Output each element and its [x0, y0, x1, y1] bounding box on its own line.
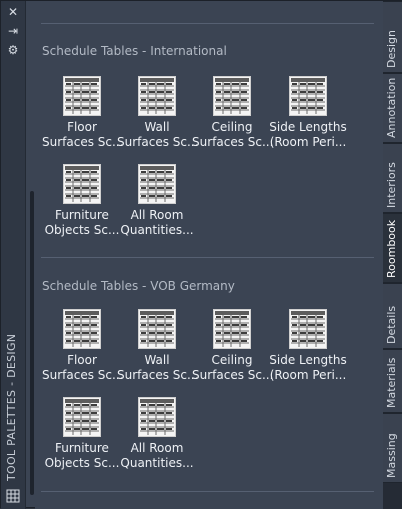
tool-label-line2: Surfaces Sc... — [42, 135, 122, 149]
schedule-table-icon — [138, 309, 176, 349]
scrollbar[interactable] — [30, 191, 34, 495]
tool-label-line2: Surfaces Sc... — [42, 368, 122, 382]
schedule-tool-item[interactable]: Ceiling Surfaces Sc... — [192, 309, 272, 383]
tab-label: Roombook — [385, 219, 398, 278]
schedule-tool-item[interactable]: Ceiling Surfaces Sc... — [192, 76, 272, 150]
tool-label-line1: Furniture — [55, 441, 109, 455]
schedule-table-icon — [63, 309, 101, 349]
tool-palette-window: ✕ ⇥ ⚙ TOOL PALETTES - DESIGN Schedule Ta… — [0, 0, 402, 509]
tool-label-line2: Surfaces Sc... — [117, 135, 197, 149]
schedule-tool-item[interactable]: Furniture Objects Sc... — [42, 164, 122, 238]
close-icon[interactable]: ✕ — [5, 5, 21, 19]
tool-label-line2: Quantities... — [120, 223, 194, 237]
tool-label-line2: (Room Peri... — [269, 135, 347, 149]
tool-label-line1: All Room — [130, 441, 184, 455]
tool-label-line1: Wall — [144, 353, 170, 367]
section-title-vob-germany: Schedule Tables - VOB Germany — [42, 279, 235, 293]
section-divider — [41, 257, 374, 258]
section-divider — [41, 491, 374, 492]
schedule-table-icon — [289, 309, 327, 349]
schedule-table-icon — [63, 397, 101, 437]
schedule-tool-item[interactable]: Wall Surfaces Sc... — [117, 309, 197, 383]
schedule-tool-item[interactable]: Furniture Objects Sc... — [42, 397, 122, 471]
tab-annotation[interactable]: Annotation — [383, 73, 402, 143]
tab-design[interactable]: Design — [383, 1, 402, 73]
tab-label: Interiors — [385, 162, 398, 208]
tool-label-line1: Ceiling — [211, 120, 253, 134]
schedule-table-icon — [289, 76, 327, 116]
schedule-table-icon — [63, 164, 101, 204]
tab-label: Details — [385, 305, 398, 344]
tool-label-line2: Objects Sc... — [44, 223, 120, 237]
tool-label-line1: Wall — [144, 120, 170, 134]
tab-label: Annotation — [385, 77, 398, 138]
schedule-tool-item[interactable]: Side Lengths (Room Peri... — [268, 309, 348, 383]
section-title-international: Schedule Tables - International — [42, 44, 227, 58]
schedule-tool-item[interactable]: Side Lengths (Room Peri... — [268, 76, 348, 150]
palette-content: Schedule Tables - International Floor Sur… — [35, 1, 383, 509]
tool-label-line1: All Room — [130, 208, 184, 222]
schedule-tool-item[interactable]: All Room Quantities... — [117, 164, 197, 238]
tool-label-line2: Surfaces Sc... — [192, 368, 272, 382]
schedule-tool-item[interactable]: Wall Surfaces Sc... — [117, 76, 197, 150]
tab-roombook[interactable]: Roombook — [383, 213, 402, 283]
tool-label-line2: Surfaces Sc... — [117, 368, 197, 382]
schedule-table-icon — [63, 76, 101, 116]
tool-label-line2: Objects Sc... — [44, 456, 120, 470]
tab-label: Design — [385, 30, 398, 68]
tab-label: Massing — [385, 433, 398, 478]
schedule-table-icon — [138, 164, 176, 204]
tab-massing[interactable]: Massing — [383, 413, 402, 483]
schedule-table-icon — [213, 76, 251, 116]
tool-label-line2: Quantities... — [120, 456, 194, 470]
schedule-tool-item[interactable]: Floor Surfaces Sc... — [42, 76, 122, 150]
tool-label-line1: Side Lengths — [269, 353, 347, 367]
tab-details[interactable]: Details — [383, 283, 402, 349]
autohide-icon[interactable]: ⇥ — [5, 24, 21, 38]
tool-label-line2: Surfaces Sc... — [192, 135, 272, 149]
palette-menu-icon[interactable] — [5, 489, 21, 503]
tab-interiors[interactable]: Interiors — [383, 143, 402, 213]
schedule-table-icon — [138, 76, 176, 116]
palette-title-bar: ✕ ⇥ ⚙ TOOL PALETTES - DESIGN — [1, 1, 26, 509]
properties-icon[interactable]: ⚙ — [5, 43, 21, 57]
tool-label-line1: Side Lengths — [269, 120, 347, 134]
tool-label-line1: Floor — [67, 120, 97, 134]
palette-tabs: Design Annotation Interiors Roombook Details… — [383, 1, 402, 509]
schedule-tool-item[interactable]: Floor Surfaces Sc... — [42, 309, 122, 383]
tool-label-line1: Furniture — [55, 208, 109, 222]
section-divider — [41, 23, 374, 24]
schedule-table-icon — [138, 397, 176, 437]
schedule-table-icon — [213, 309, 251, 349]
tab-materials[interactable]: Materials — [383, 349, 402, 413]
palette-title: TOOL PALETTES - DESIGN — [5, 333, 18, 481]
tool-label-line1: Ceiling — [211, 353, 253, 367]
schedule-tool-item[interactable]: All Room Quantities... — [117, 397, 197, 471]
tool-label-line2: (Room Peri... — [269, 368, 347, 382]
tool-label-line1: Floor — [67, 353, 97, 367]
tab-label: Materials — [385, 357, 398, 408]
